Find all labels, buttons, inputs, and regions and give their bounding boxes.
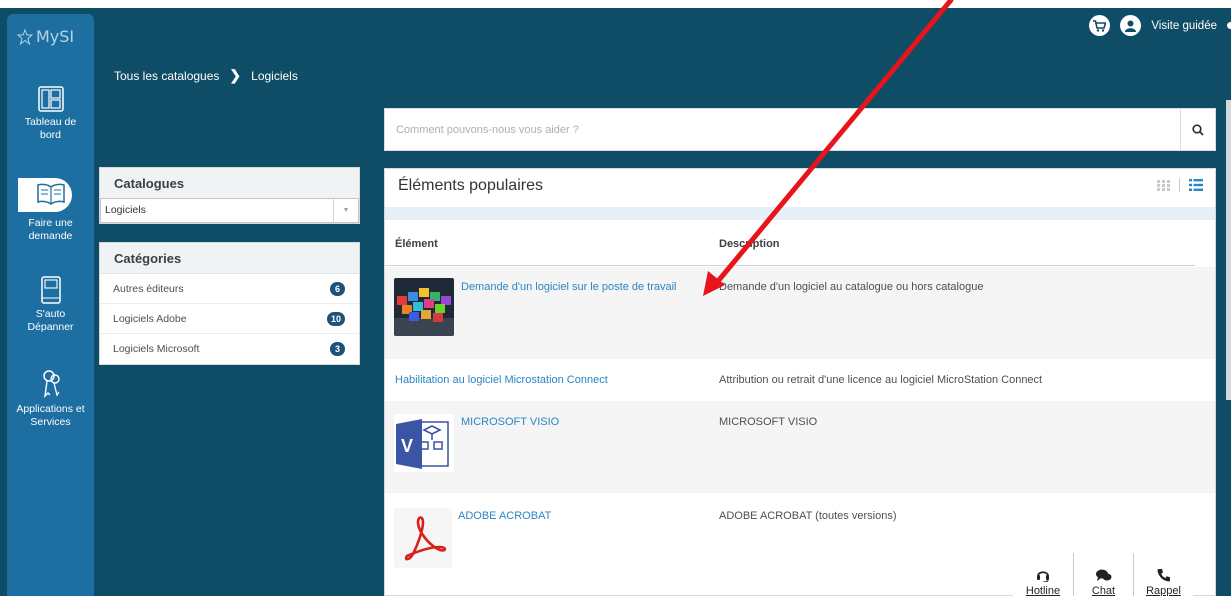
search-input[interactable] xyxy=(385,109,1179,150)
table-row[interactable]: Demande d'un logiciel sur le poste de tr… xyxy=(385,267,1215,359)
categories-title: Catégories xyxy=(100,243,359,274)
chevron-down-icon: ▼ xyxy=(333,199,358,222)
dashboard-icon xyxy=(37,86,64,112)
item-link[interactable]: Habilitation au logiciel Microstation Co… xyxy=(395,374,608,386)
sidebar-item-label: S'auto Dépanner xyxy=(27,308,74,333)
search-bar xyxy=(384,108,1216,151)
table-row[interactable]: Habilitation au logiciel Microstation Co… xyxy=(385,359,1215,401)
hotline-button[interactable]: Hotline xyxy=(1013,553,1073,599)
catalogue-select[interactable]: Logiciels ▼ xyxy=(100,198,359,223)
acrobat-icon xyxy=(394,508,452,568)
chat-icon xyxy=(1095,569,1111,581)
user-button[interactable] xyxy=(1120,15,1142,36)
phone-icon xyxy=(1156,569,1170,582)
callback-button[interactable]: Rappel xyxy=(1133,553,1193,599)
sidebar-item-request-label-wrap: Faire une demande xyxy=(7,217,94,243)
sidebar-item-self-help[interactable]: S'auto Dépanner xyxy=(7,276,94,334)
sidebar-item-apps[interactable]: Applications et Services xyxy=(7,369,94,429)
item-description: Attribution ou retrait d'une licence au … xyxy=(719,374,1043,386)
item-link[interactable]: ADOBE ACROBAT xyxy=(458,510,551,522)
app-logo[interactable]: MySI xyxy=(17,27,74,46)
sidebar-item-label: Tableau de bord xyxy=(24,116,77,141)
keys-icon xyxy=(42,370,60,398)
item-description: ADOBE ACROBAT (toutes versions) xyxy=(719,510,897,522)
breadcrumb-all-catalogues[interactable]: Tous les catalogues xyxy=(114,69,219,83)
software-thumbnail xyxy=(394,278,454,336)
list-view-icon[interactable] xyxy=(1189,179,1203,191)
view-toggle-divider xyxy=(1179,178,1180,192)
category-item[interactable]: Logiciels Microsoft 3 xyxy=(100,334,359,364)
sidebar-item-dashboard[interactable]: Tableau de bord xyxy=(7,86,94,142)
catalogue-select-value: Logiciels xyxy=(105,204,146,216)
search-button[interactable] xyxy=(1180,109,1215,150)
svg-text:V: V xyxy=(401,436,413,456)
contact-widget: Hotline Chat Rappel xyxy=(1013,553,1193,599)
view-toggles xyxy=(1157,178,1203,192)
chevron-right-icon: ❯ xyxy=(229,67,242,83)
manual-icon xyxy=(40,276,61,304)
category-label: Logiciels Microsoft xyxy=(113,343,200,355)
category-item[interactable]: Logiciels Adobe 10 xyxy=(100,304,359,334)
grid-view-icon[interactable] xyxy=(1157,179,1170,191)
popular-items-panel: Éléments populaires Élément Description … xyxy=(384,168,1216,596)
column-header-description: Description xyxy=(719,238,780,250)
guided-tour-link[interactable]: Visite guidée xyxy=(1151,20,1217,32)
logo-star-icon xyxy=(17,28,33,45)
category-count-badge: 10 xyxy=(326,312,345,326)
column-header-element: Élément xyxy=(395,238,438,250)
categories-panel: Catégories Autres éditeurs 6 Logiciels A… xyxy=(99,242,360,365)
item-description: Demande d'un logiciel au catalogue ou ho… xyxy=(719,281,984,293)
logo-text: MySI xyxy=(36,27,75,46)
guided-tour-toggle[interactable] xyxy=(1227,22,1231,29)
item-description: MICROSOFT VISIO xyxy=(719,416,818,428)
top-edge xyxy=(0,0,1231,8)
breadcrumb: Tous les catalogues ❯ Logiciels xyxy=(114,67,298,84)
panel-header-stripe xyxy=(385,207,1215,220)
category-count-badge: 3 xyxy=(330,342,345,356)
visio-icon: V xyxy=(394,414,454,472)
sidebar-item-request[interactable] xyxy=(7,183,94,209)
breadcrumb-current: Logiciels xyxy=(251,68,298,83)
category-label: Logiciels Adobe xyxy=(113,313,187,325)
item-link[interactable]: Demande d'un logiciel sur le poste de tr… xyxy=(461,281,677,293)
table-row[interactable]: V MICROSOFT VISIO MICROSOFT VISIO xyxy=(385,401,1215,493)
app-window: MySI Tableau de bord Faire une demande S… xyxy=(0,0,1231,599)
search-icon xyxy=(1192,123,1204,136)
category-count-badge: 6 xyxy=(330,282,345,296)
category-item[interactable]: Autres éditeurs 6 xyxy=(100,274,359,304)
header-actions: Visite guidée xyxy=(1089,15,1231,36)
header-divider xyxy=(385,265,1195,266)
sidebar-item-label: Faire une demande xyxy=(28,217,73,242)
book-icon xyxy=(36,183,65,205)
cart-icon xyxy=(1093,19,1107,32)
sidebar-item-label: Applications et Services xyxy=(16,403,85,428)
page-scrollbar[interactable] xyxy=(1226,100,1231,400)
catalogues-title: Catalogues xyxy=(100,168,359,199)
item-link[interactable]: MICROSOFT VISIO xyxy=(461,416,559,428)
catalogues-panel: Catalogues Logiciels ▼ xyxy=(99,167,360,224)
headset-icon xyxy=(1037,571,1049,582)
chat-button[interactable]: Chat xyxy=(1073,553,1133,599)
popular-items-title: Éléments populaires xyxy=(398,177,543,194)
category-label: Autres éditeurs xyxy=(113,283,184,295)
cart-button[interactable] xyxy=(1089,15,1111,36)
user-icon xyxy=(1125,20,1137,32)
